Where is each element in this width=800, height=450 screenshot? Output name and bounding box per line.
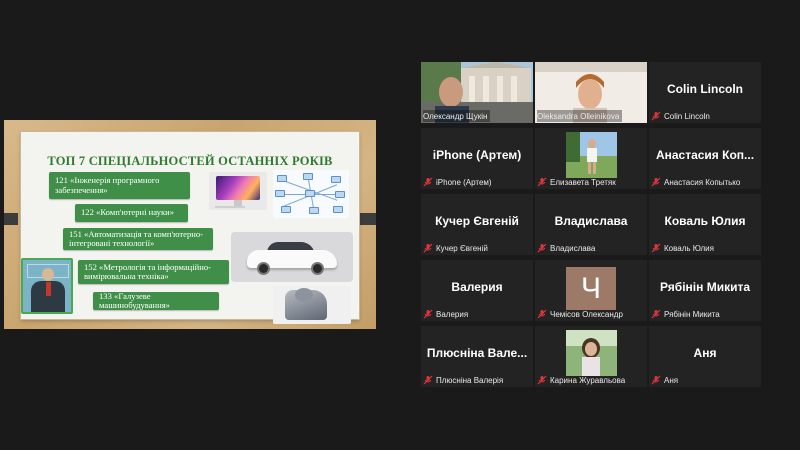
car-image [231, 232, 353, 282]
participant-display-name: Плюсніна Вале... [426, 346, 528, 360]
mic-muted-icon [651, 177, 661, 187]
participant-label: Коваль Юлия [651, 242, 714, 254]
slide-item-122: 122 «Комп'ютерні науки» [75, 204, 188, 222]
participant-display-name: Анастасия Коп... [655, 148, 755, 162]
participant-label: Рябінін Микита [651, 308, 720, 320]
robot-image [273, 286, 351, 324]
participant-tile[interactable]: Анастасия Коп... Анастасия Копытько [649, 128, 761, 189]
participant-tile[interactable]: iPhone (Артем) iPhone (Артем) [421, 128, 533, 189]
participant-name-label: Валерия [436, 309, 469, 319]
participant-tile[interactable]: Плюсніна Вале... Плюсніна Валерія [421, 326, 533, 387]
participant-photo [566, 132, 617, 178]
slide-content: ТОП 7 СПЕЦІАЛЬНОСТЕЙ ОСТАННІХ РОКІВ 121 … [21, 132, 359, 324]
participant-name-label: Рябінін Микита [664, 309, 720, 319]
participant-name-label: Кучер Євгеній [436, 243, 488, 253]
participant-name-label: iPhone (Артем) [436, 177, 492, 187]
mic-muted-icon [651, 375, 661, 385]
participant-label: Плюсніна Валерія [423, 374, 503, 386]
slide-frame-band [4, 213, 18, 225]
participant-display-name: Кучер Євгеній [435, 214, 519, 228]
participant-label: Кучер Євгеній [423, 242, 488, 254]
network-laptops-image [273, 170, 349, 218]
participant-display-name: iPhone (Артем) [432, 148, 522, 162]
participant-name-label: Чемісов Олександр [550, 309, 623, 319]
mic-muted-icon [423, 375, 433, 385]
participant-name-label: Oleksandra Olleinikova [537, 111, 620, 121]
participant-label: Oleksandra Olleinikova [537, 110, 623, 122]
participant-display-name: Коваль Юлия [664, 214, 746, 228]
participant-label: Аня [651, 374, 678, 386]
participant-display-name: Владислава [554, 214, 628, 228]
participant-photo [566, 330, 617, 376]
mic-muted-icon [537, 375, 547, 385]
mic-muted-icon [537, 309, 547, 319]
businessman-image [21, 258, 73, 314]
participant-tile[interactable]: Карина Журавльова [535, 326, 647, 387]
participant-name-label: Коваль Юлия [664, 243, 714, 253]
participant-display-name: Рябінін Микита [659, 280, 751, 294]
participant-tile[interactable]: Рябінін Микита Рябінін Микита [649, 260, 761, 321]
mic-muted-icon [537, 243, 547, 253]
participant-label: Владислава [537, 242, 595, 254]
participant-label: Елизавета Третяк [537, 176, 616, 188]
mic-muted-icon [651, 243, 661, 253]
shared-screen: ТОП 7 СПЕЦІАЛЬНОСТЕЙ ОСТАННІХ РОКІВ 121 … [4, 120, 376, 329]
participant-name-label: Аня [664, 375, 679, 385]
participant-tile[interactable]: Олександр Щукін [421, 62, 533, 123]
participant-tile[interactable]: Ч Чемісов Олександр [535, 260, 647, 321]
participant-name-label: Олександр Щукін [423, 111, 488, 121]
slide-item-133: 133 «Галузеве машинобудування» [93, 291, 219, 310]
participant-tile[interactable]: Владислава Владислава [535, 194, 647, 255]
participant-tile[interactable]: Аня Аня [649, 326, 761, 387]
participant-label: Олександр Щукін [423, 110, 491, 122]
participant-label: Colin Lincoln [651, 110, 710, 122]
avatar: Ч [566, 267, 616, 310]
mic-muted-icon [423, 243, 433, 253]
mic-muted-icon [651, 309, 661, 319]
slide-title: ТОП 7 СПЕЦІАЛЬНОСТЕЙ ОСТАННІХ РОКІВ [47, 154, 333, 168]
participant-tile[interactable]: Елизавета Третяк [535, 128, 647, 189]
participant-display-name: Colin Lincoln [667, 82, 743, 96]
participant-name-label: Colin Lincoln [664, 111, 710, 121]
participant-name-label: Владислава [550, 243, 596, 253]
participant-tile[interactable]: Кучер Євгеній Кучер Євгеній [421, 194, 533, 255]
mic-muted-icon [423, 177, 433, 187]
participant-tile[interactable]: Валерия Валерия [421, 260, 533, 321]
slide-item-121: 121 «Інженерія програмного забезпечення» [49, 172, 190, 199]
imac-image [209, 172, 267, 210]
participant-name-label: Елизавета Третяк [550, 177, 616, 187]
participant-tile[interactable]: Colin Lincoln Colin Lincoln [649, 62, 761, 123]
participant-label: Валерия [423, 308, 468, 320]
mic-muted-icon [423, 309, 433, 319]
participant-name-label: Карина Журавльова [550, 375, 626, 385]
participant-name-label: Анастасия Копытько [664, 177, 741, 187]
participant-display-name: Валерия [451, 280, 503, 294]
participant-name-label: Плюсніна Валерія [436, 375, 504, 385]
participant-label: Анастасия Копытько [651, 176, 740, 188]
participant-tile[interactable]: Коваль Юлия Коваль Юлия [649, 194, 761, 255]
participant-label: Чемісов Олександр [537, 308, 623, 320]
participant-tile[interactable]: Oleksandra Olleinikova [535, 62, 647, 123]
mic-muted-icon [537, 177, 547, 187]
slide-item-152: 152 «Метрологія та інформаційно-вимірюва… [78, 260, 229, 284]
slide-frame-band [356, 213, 376, 225]
participant-display-name: Аня [693, 346, 717, 360]
participant-label: iPhone (Артем) [423, 176, 492, 188]
mic-muted-icon [651, 111, 661, 121]
participant-label: Карина Журавльова [537, 374, 625, 386]
slide-item-151: 151 «Автоматизація та комп'ютерно-інтегр… [63, 228, 213, 250]
